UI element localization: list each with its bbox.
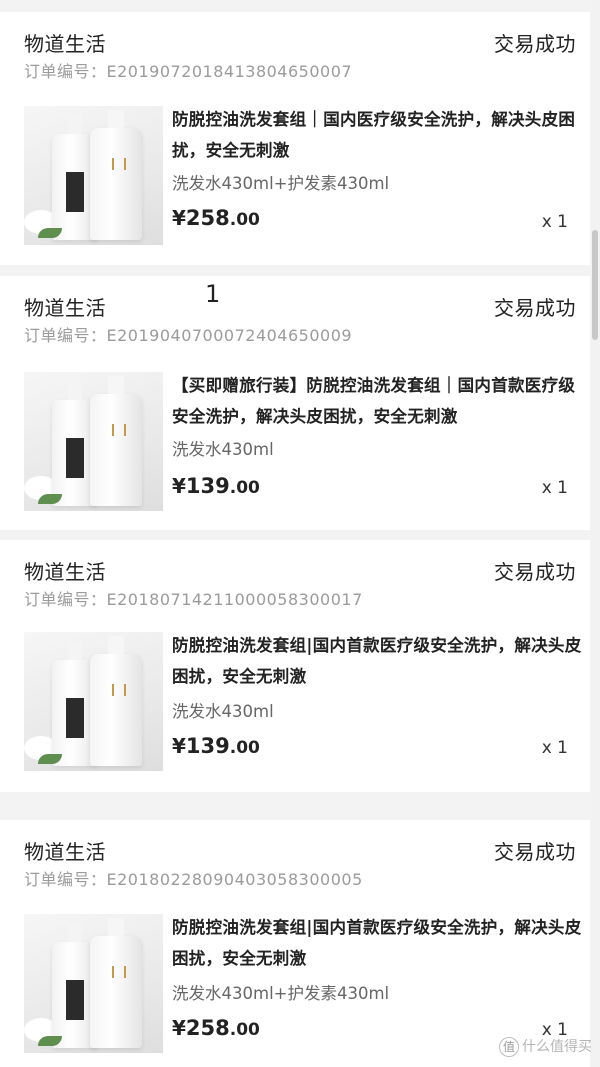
order-status: 交易成功 [494, 560, 576, 584]
order-number: 订单编号：E20180714211000058300017 [24, 590, 363, 609]
price-currency: ¥ [172, 474, 186, 498]
order-status: 交易成功 [494, 840, 576, 864]
product-thumbnail[interactable] [24, 372, 163, 511]
shampoo-bottle-image [90, 918, 142, 1048]
order-card[interactable]: 物道生活 交易成功 订单编号：E2019040700072404650009 【… [0, 276, 590, 530]
price-decimal: .00 [229, 478, 260, 498]
order-card[interactable]: 物道生活 交易成功 订单编号：E2019072018413804650007 防… [0, 12, 590, 265]
product-spec: 洗发水430ml+护发素430ml [172, 174, 390, 193]
price-currency: ¥ [172, 734, 186, 758]
product-spec: 洗发水430ml [172, 702, 274, 721]
price-currency: ¥ [172, 206, 186, 230]
order-status: 交易成功 [494, 32, 576, 56]
price-decimal: .00 [229, 1020, 260, 1040]
shampoo-bottle-image [90, 110, 142, 240]
product-thumbnail[interactable] [24, 914, 163, 1053]
product-title[interactable]: 防脱控油洗发套组｜国内医疗级安全洗护，解决头皮困扰，安全无刺激 [172, 104, 582, 166]
shop-name[interactable]: 物道生活 [24, 292, 106, 321]
scrollbar-thumb[interactable] [592, 230, 598, 340]
price-currency: ¥ [172, 1016, 186, 1040]
watermark-text: 什么值得买 [522, 1039, 592, 1055]
shop-name[interactable]: 物道生活 [24, 28, 106, 57]
watermark-logo-icon: 值 [499, 1037, 519, 1057]
product-thumbnail[interactable] [24, 106, 163, 245]
order-number: 订单编号：E2019040700072404650009 [24, 326, 353, 345]
product-quantity: x 1 [541, 212, 568, 232]
shampoo-bottle-image [90, 636, 142, 766]
shampoo-bottle-image [90, 376, 142, 506]
price-decimal: .00 [229, 210, 260, 230]
order-card[interactable]: 物道生活 交易成功 订单编号：E20180228090403058300005 … [0, 820, 590, 1067]
price-integer: 258 [185, 1016, 230, 1040]
watermark: 值什么值得买 [499, 1036, 592, 1057]
price-integer: 139 [185, 474, 230, 498]
product-price: ¥139.00 [172, 734, 260, 758]
product-spec: 洗发水430ml+护发素430ml [172, 984, 390, 1003]
product-thumbnail[interactable] [24, 632, 163, 771]
price-integer: 139 [185, 734, 230, 758]
handwritten-mark: 1 [205, 280, 221, 308]
order-list-page: 物道生活 交易成功 订单编号：E2019072018413804650007 防… [0, 0, 600, 1067]
order-number: 订单编号：E2019072018413804650007 [24, 62, 353, 81]
product-quantity: x 1 [541, 478, 568, 498]
price-decimal: .00 [229, 738, 260, 758]
product-title[interactable]: 防脱控油洗发套组|国内首款医疗级安全洗护，解决头皮困扰，安全无刺激 [172, 912, 582, 974]
product-title[interactable]: 防脱控油洗发套组|国内首款医疗级安全洗护，解决头皮困扰，安全无刺激 [172, 630, 582, 692]
product-price: ¥258.00 [172, 206, 260, 230]
product-title[interactable]: 【买即赠旅行装】防脱控油洗发套组｜国内首款医疗级安全洗护，解决头皮困扰，安全无刺… [172, 370, 582, 432]
order-status: 交易成功 [494, 296, 576, 320]
product-spec: 洗发水430ml [172, 440, 274, 459]
product-price: ¥258.00 [172, 1016, 260, 1040]
order-card[interactable]: 物道生活 交易成功 订单编号：E20180714211000058300017 … [0, 540, 590, 792]
order-number: 订单编号：E20180228090403058300005 [24, 870, 363, 889]
price-integer: 258 [185, 206, 230, 230]
scrollbar[interactable] [591, 0, 600, 1067]
shop-name[interactable]: 物道生活 [24, 836, 106, 865]
product-quantity: x 1 [541, 738, 568, 758]
product-price: ¥139.00 [172, 474, 260, 498]
shop-name[interactable]: 物道生活 [24, 556, 106, 585]
